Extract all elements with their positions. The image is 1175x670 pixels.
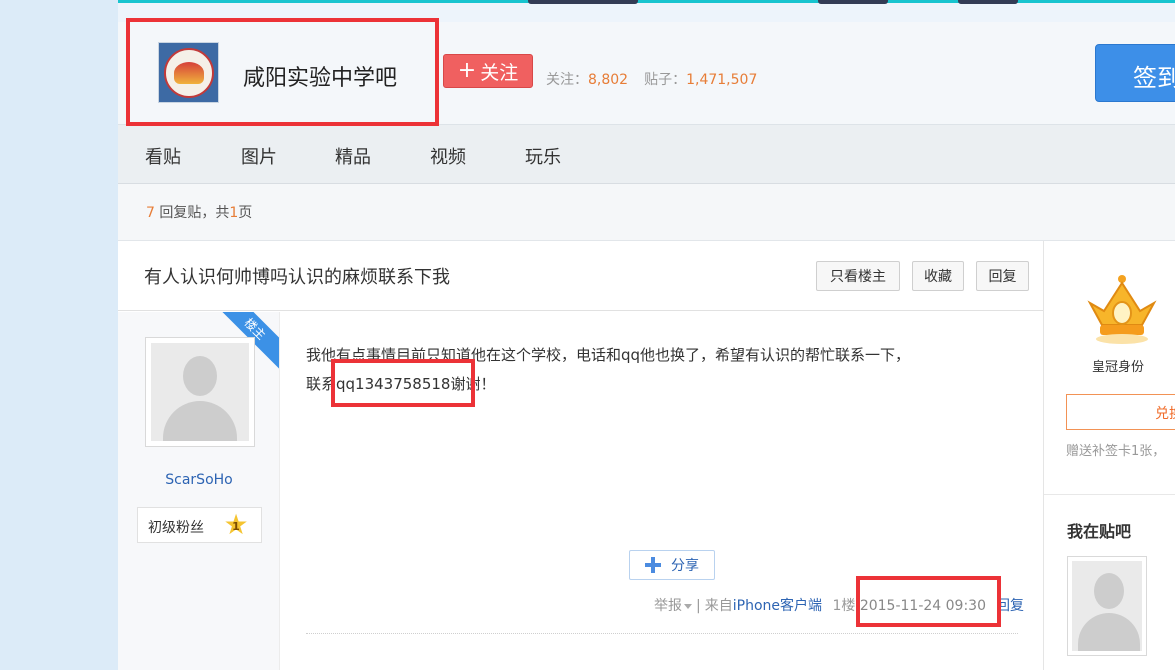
- post-content: 我他有点事情目前只知道他在这个学校，电话和qq他也换了，希望有认识的帮忙联系一下…: [306, 341, 1036, 399]
- reply-count: 7 回复贴，共1页: [146, 205, 253, 221]
- plus-icon: +: [457, 58, 477, 83]
- nav-tab-featured[interactable]: 精品: [335, 143, 371, 169]
- my-avatar[interactable]: [1067, 556, 1147, 656]
- sidebar-divider: [1044, 494, 1175, 495]
- post-content-line: 联系qq1343758518谢谢！: [306, 375, 496, 393]
- thread-main: 有人认识何帅博吗认识的麻烦联系下我 只看楼主 收藏 回复 楼主 ScarSoHo…: [118, 241, 1043, 670]
- chevron-down-icon: [684, 603, 693, 609]
- forum-header: 咸阳实验中学吧 + 关注 关注：8,802 贴子：1,471,507 签到: [118, 22, 1175, 124]
- fan-level-label: 初级粉丝: [148, 520, 204, 536]
- thread-title-row: 有人认识何帅博吗认识的麻烦联系下我 只看楼主 收藏 回复: [118, 241, 1043, 311]
- forum-stats: 关注：8,802 贴子：1,471,507: [546, 69, 757, 89]
- post-reply-link[interactable]: 回复: [996, 598, 1024, 614]
- school-seal-icon: [163, 47, 214, 98]
- username[interactable]: ScarSoHo: [118, 472, 279, 488]
- gift-text: 赠送补签卡1张，: [1066, 444, 1166, 459]
- source-client-link[interactable]: iPhone客户端: [733, 598, 822, 614]
- forum-name[interactable]: 咸阳实验中学吧: [243, 60, 397, 92]
- post-content-line: 我他有点事情目前只知道他在这个学校，电话和qq他也换了，希望有认识的帮忙联系一下…: [306, 346, 911, 364]
- posts-label: 贴子：: [644, 72, 687, 88]
- banner-decoration: [528, 0, 638, 4]
- avatar[interactable]: [145, 337, 255, 447]
- my-bars-title: 我在贴吧: [1067, 522, 1132, 541]
- share-button[interactable]: 分享: [629, 550, 715, 580]
- star-icon: ★ 1: [223, 508, 249, 541]
- fan-level-number: 1: [232, 520, 240, 533]
- sign-in-button[interactable]: 签到: [1095, 44, 1175, 102]
- nav-tab-fun[interactable]: 玩乐: [525, 143, 561, 169]
- post-divider: [306, 633, 1018, 634]
- report-link[interactable]: 举报: [654, 598, 693, 614]
- right-sidebar: 皇冠身份 兑换 赠送补签卡1张， 我在贴吧: [1043, 241, 1175, 670]
- nav-tab-posts[interactable]: 看贴: [145, 143, 181, 169]
- thread-title: 有人认识何帅博吗认识的麻烦联系下我: [144, 267, 450, 288]
- crown-identity-label: 皇冠身份: [1092, 360, 1145, 375]
- follow-label: 关注: [480, 61, 519, 84]
- default-avatar-icon: [1072, 561, 1142, 651]
- banner-decoration: [818, 0, 888, 4]
- exchange-button[interactable]: 兑换: [1066, 394, 1175, 430]
- op-only-button[interactable]: 只看楼主: [816, 261, 900, 291]
- floor-number: 1楼: [832, 598, 856, 614]
- share-plus-icon: [645, 557, 661, 573]
- post-meta: 举报 | 来自iPhone客户端 1楼 2015-11-24 09:30 回复: [654, 598, 1024, 614]
- reply-count-bar: 7 回复贴，共1页: [118, 184, 1175, 241]
- post-date: 2015-11-24 09:30: [859, 598, 986, 614]
- default-avatar-icon: [151, 343, 249, 441]
- followers-count: 8,802: [588, 72, 629, 88]
- post-author-column: 楼主 ScarSoHo 初级粉丝 ★ 1: [118, 312, 280, 670]
- posts-count: 1,471,507: [686, 72, 758, 88]
- fan-level-badge[interactable]: 初级粉丝 ★ 1: [137, 507, 262, 543]
- banner-decoration: [958, 0, 1018, 4]
- collect-button[interactable]: 收藏: [912, 261, 964, 291]
- forum-logo[interactable]: [158, 42, 219, 103]
- share-label: 分享: [671, 558, 699, 574]
- forum-nav: 看贴 图片 精品 视频 玩乐: [118, 124, 1175, 184]
- reply-button[interactable]: 回复: [976, 261, 1029, 291]
- nav-tab-videos[interactable]: 视频: [430, 143, 466, 169]
- follow-button[interactable]: + 关注: [443, 54, 533, 88]
- top-banner: [118, 0, 1175, 22]
- followers-label: 关注：: [546, 72, 588, 88]
- crown-icon: [1087, 275, 1157, 344]
- nav-tab-images[interactable]: 图片: [241, 143, 277, 169]
